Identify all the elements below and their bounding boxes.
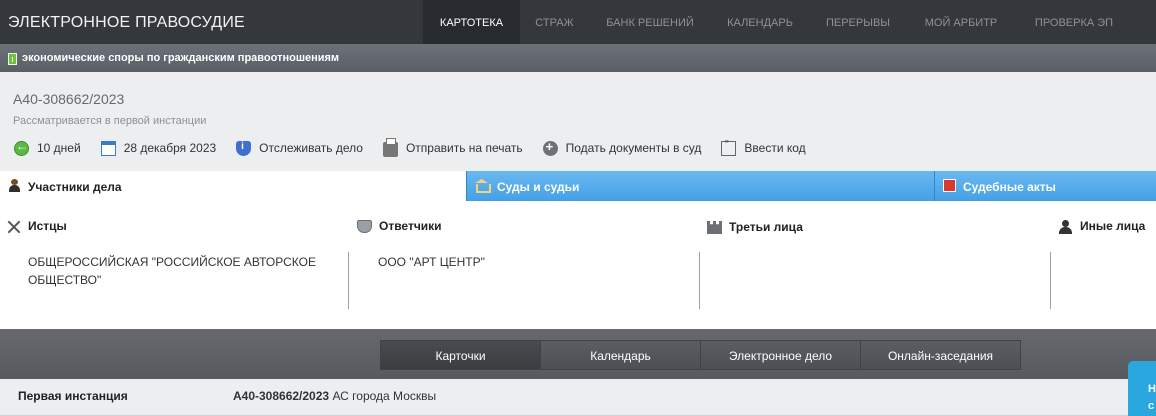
feedback-widget-text: Н с [1148,383,1156,412]
enter-code-button[interactable]: Ввести код [721,137,806,156]
nav-item-kalendar[interactable]: КАЛЕНДАРЬ [711,0,809,44]
case-number: А40-308662/2023 [13,91,125,107]
print-button[interactable]: Отправить на печать [382,138,523,157]
column-divider [699,252,700,309]
instance-case[interactable]: А40-308662/2023 АС города Москвы [233,389,436,403]
printer-icon [382,138,398,157]
submit-documents-label: Подать документы в суд [565,141,702,155]
nav-item-pereryvy[interactable]: ПЕРЕРЫВЫ [809,0,907,44]
instance-row: Первая инстанция А40-308662/2023 АС горо… [0,379,1156,416]
bottom-tabs-bar: Карточки Календарь Электронное дело Онла… [0,329,1156,379]
third-party-name [728,253,1038,309]
feedback-widget[interactable]: Н с [1128,361,1156,416]
calendar-icon [100,140,116,156]
back-arrow-icon [14,139,29,156]
days-remaining-button[interactable]: 10 дней [14,139,81,156]
instance-court: АС города Москвы [332,389,437,403]
defendants-header: Ответчики [357,219,442,233]
track-case-button[interactable]: Отслеживать дело [236,140,363,156]
category-bar: экономические споры по гражданским право… [0,44,1156,72]
days-remaining-label: 10 дней [37,141,81,155]
code-icon [721,137,737,156]
hearing-date-button[interactable]: 28 декабря 2023 [100,140,217,156]
case-tabs: Участники дела Суды и судьи Судебные акт… [0,171,1156,201]
case-header: А40-308662/2023 Рассматривается в первой… [0,72,1156,171]
nav-item-strazh[interactable]: СТРАЖ [520,0,589,44]
tab-court-acts[interactable]: Судебные акты [934,171,1156,201]
case-category: экономические споры по гражданским право… [22,52,340,64]
other-party-name [1078,253,1148,309]
tab-participants-label: Участники дела [28,180,122,194]
instance-case-number: А40-308662/2023 [233,389,330,403]
nav-item-kartoteka[interactable]: КАРТОТЕКА [423,0,520,44]
tab-participants[interactable]: Участники дела [0,171,466,201]
plus-circle-icon [542,139,558,156]
defendants-title: Ответчики [379,219,442,233]
enter-code-label: Ввести код [744,141,806,155]
nav-item-proverka-ep[interactable]: ПРОВЕРКА ЭП [1015,0,1133,44]
tab-online-hearings[interactable]: Онлайн-заседания [860,340,1021,370]
document-icon [8,53,17,65]
person-icon [8,179,21,192]
print-label: Отправить на печать [405,141,523,155]
tab-electronic-case[interactable]: Электронное дело [700,340,861,370]
hearing-date-label: 28 декабря 2023 [123,141,217,155]
defendant-name[interactable]: ООО "АРТ ЦЕНТР" [378,253,688,309]
tab-courts-judges[interactable]: Суды и судьи [466,171,934,201]
crossed-swords-icon [6,220,21,233]
other-parties-title: Иные лица [1080,219,1146,233]
pdf-icon [943,179,956,192]
site-brand[interactable]: ЭЛЕКТРОННОЕ ПРАВОСУДИЕ [8,14,245,32]
column-divider [1050,252,1051,309]
tab-courts-judges-label: Суды и судьи [497,180,580,194]
castle-icon [707,221,722,234]
plaintiff-name[interactable]: ОБЩЕРОССИЙСКАЯ "РОССИЙСКОЕ АВТОРСКОЕ ОБЩ… [28,253,338,309]
case-actions: 10 дней 28 декабря 2023 Отслеживать дело… [14,137,826,157]
track-case-label: Отслеживать дело [259,141,363,155]
column-divider [348,252,349,309]
submit-documents-button[interactable]: Подать документы в суд [542,139,702,156]
case-status: Рассматривается в первой инстанции [13,115,207,127]
plaintiffs-title: Истцы [28,219,67,233]
shield-icon [357,219,372,233]
plaintiffs-header: Истцы [6,219,67,233]
tab-cards[interactable]: Карточки [380,340,541,370]
top-navigation-bar: ЭЛЕКТРОННОЕ ПРАВОСУДИЕ КАРТОТЕКА СТРАЖ Б… [0,0,1156,44]
shield-info-icon [236,140,252,156]
courthouse-icon [475,179,491,193]
other-parties-header: Иные лица [1058,219,1146,234]
third-parties-header: Третьи лица [707,219,803,234]
tab-court-acts-label: Судебные акты [963,180,1056,194]
third-parties-title: Третьи лица [729,219,803,234]
user-icon [1058,219,1073,234]
tab-calendar[interactable]: Календарь [540,340,701,370]
nav-item-bank-resheniy[interactable]: БАНК РЕШЕНИЙ [589,0,711,44]
instance-label: Первая инстанция [18,389,128,403]
nav-item-moy-arbitr[interactable]: МОЙ АРБИТР [907,0,1015,44]
main-nav: КАРТОТЕКА СТРАЖ БАНК РЕШЕНИЙ КАЛЕНДАРЬ П… [423,0,1133,44]
participants-panel: Истцы Ответчики Третьи лица Иные лица ОБ… [0,201,1156,327]
